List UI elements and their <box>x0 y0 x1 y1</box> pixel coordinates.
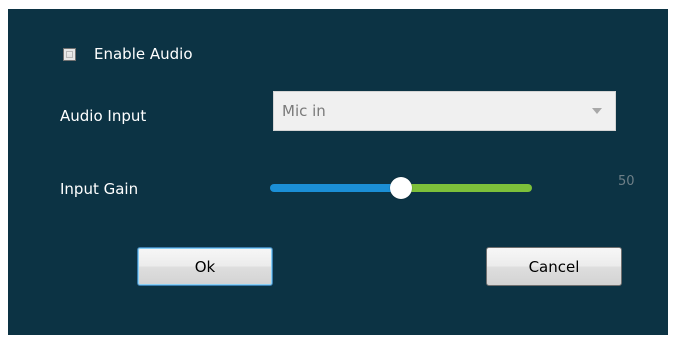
audio-input-label: Audio Input <box>60 107 147 125</box>
input-gain-label: Input Gain <box>60 180 139 198</box>
chevron-down-icon[interactable] <box>587 101 607 121</box>
enable-audio-checkbox[interactable] <box>63 47 76 61</box>
audio-settings-dialog: Enable Audio Audio Input Mic in Input Ga… <box>8 9 668 335</box>
enable-audio-label[interactable]: Enable Audio <box>94 45 193 63</box>
input-gain-track-remaining <box>401 184 532 192</box>
input-gain-track-filled <box>270 184 401 192</box>
audio-input-selected-value: Mic in <box>282 102 326 120</box>
input-gain-slider-thumb[interactable] <box>390 177 412 199</box>
enable-audio-row[interactable]: Enable Audio <box>63 45 193 63</box>
audio-input-select[interactable]: Mic in <box>273 91 616 131</box>
input-gain-slider[interactable] <box>270 177 532 199</box>
input-gain-value: 50 <box>618 174 635 189</box>
cancel-button[interactable]: Cancel <box>486 247 622 286</box>
ok-button[interactable]: Ok <box>137 247 273 286</box>
